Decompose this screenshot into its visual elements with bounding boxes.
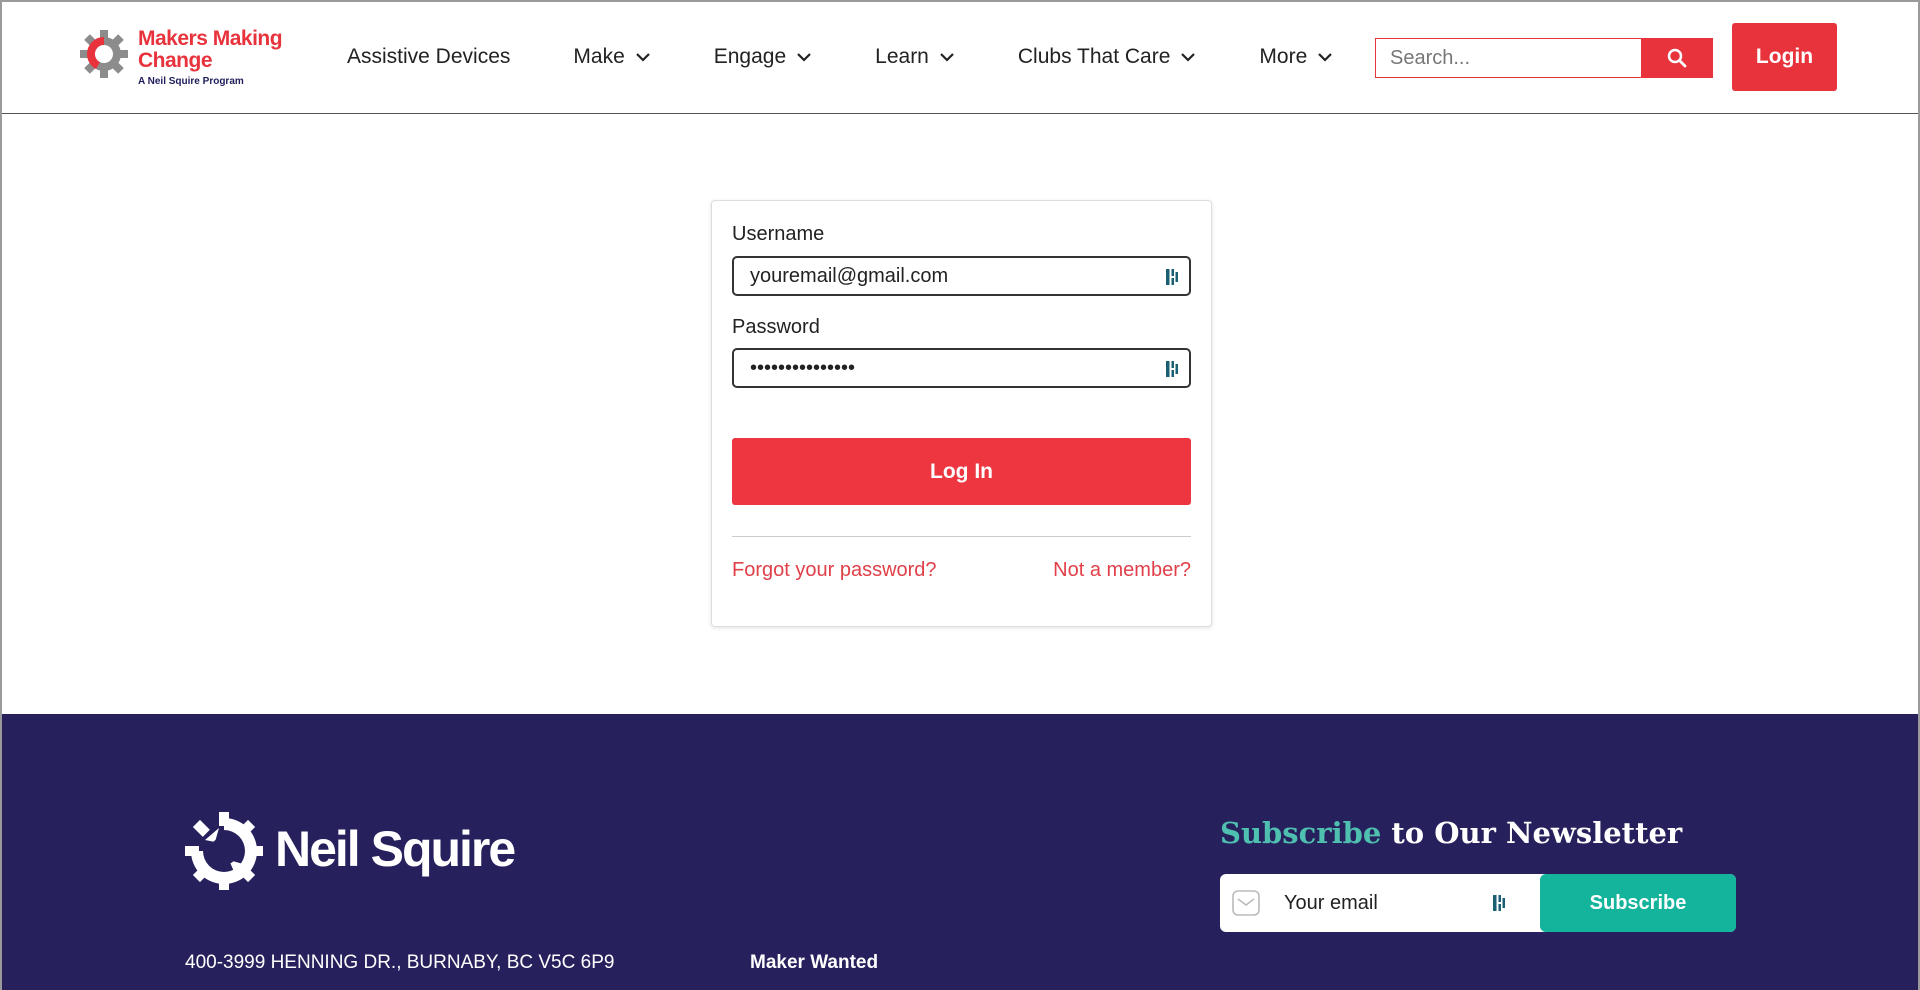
neil-squire-logo[interactable]: Neil Squire	[185, 812, 525, 892]
logo-subtitle: A Neil Squire Program	[138, 76, 244, 87]
neil-squire-name: Neil Squire	[275, 821, 516, 877]
subscribe-button[interactable]: Subscribe	[1540, 874, 1736, 932]
login-button[interactable]: Login	[1732, 23, 1837, 91]
newsletter-title-rest: to Our Newsletter	[1381, 816, 1683, 850]
nav-item-engage[interactable]: Engage	[714, 45, 812, 69]
password-manager-icon[interactable]	[1492, 894, 1506, 912]
log-in-button[interactable]: Log In	[732, 438, 1191, 505]
site-header: Makers Making Change A Neil Squire Progr…	[2, 2, 1918, 114]
nav-item-label: Learn	[875, 45, 929, 68]
site-logo[interactable]: Makers Making Change A Neil Squire Progr…	[78, 24, 288, 92]
password-field-wrapper	[732, 348, 1191, 388]
password-manager-icon[interactable]	[1165, 360, 1179, 378]
chevron-down-icon	[797, 53, 811, 62]
site-footer: Neil Squire 400-3999 HENNING DR., BURNAB…	[2, 714, 1918, 990]
password-field[interactable]	[734, 350, 1189, 386]
footer-address: 400-3999 HENNING DR., BURNABY, BC V5C 6P…	[185, 952, 615, 973]
newsletter-title: Subscribe to Our Newsletter	[1220, 816, 1682, 850]
chevron-down-icon	[1318, 53, 1333, 62]
nav-item-more[interactable]: More	[1259, 45, 1333, 69]
nav-item-label: More	[1259, 45, 1308, 68]
neil-squire-gear-icon	[185, 812, 263, 890]
chevron-down-icon	[940, 53, 954, 62]
chevron-down-icon	[635, 53, 650, 62]
nav-item-clubs-that-care[interactable]: Clubs That Care	[1018, 45, 1197, 69]
footer-heading-maker-wanted[interactable]: Maker Wanted	[750, 952, 878, 974]
nav-item-label: Assistive Devices	[347, 45, 511, 68]
username-label: Username	[732, 223, 825, 245]
newsletter-email-input[interactable]	[1272, 874, 1472, 932]
search-icon	[1667, 48, 1687, 68]
password-manager-icon[interactable]	[1165, 268, 1179, 286]
nav-item-label: Make	[573, 45, 625, 68]
nav-item-label: Engage	[713, 45, 787, 68]
main-nav: Assistive Devices Make Engage Learn Club…	[347, 42, 1333, 72]
nav-item-learn[interactable]: Learn	[875, 45, 955, 69]
nav-item-assistive-devices[interactable]: Assistive Devices	[347, 45, 510, 69]
forgot-password-link[interactable]: Forgot your password?	[732, 559, 937, 582]
chevron-down-icon	[1181, 53, 1196, 62]
newsletter-form: Subscribe	[1220, 874, 1736, 932]
gear-logo-icon	[80, 30, 128, 78]
username-field-wrapper	[732, 256, 1191, 296]
logo-title: Makers Making Change	[138, 27, 283, 72]
login-card: Username Password Log In Forgot your pas…	[711, 200, 1212, 627]
username-field[interactable]	[734, 258, 1189, 294]
divider	[732, 536, 1191, 537]
nav-item-label: Clubs That Care	[1017, 45, 1171, 68]
password-label: Password	[732, 316, 820, 338]
newsletter-title-accent: Subscribe	[1220, 816, 1382, 850]
nav-item-make[interactable]: Make	[573, 45, 650, 69]
envelope-icon	[1232, 890, 1260, 916]
search-button[interactable]	[1641, 38, 1713, 78]
not-a-member-link[interactable]: Not a member?	[1053, 559, 1191, 582]
search-input[interactable]	[1375, 38, 1641, 78]
